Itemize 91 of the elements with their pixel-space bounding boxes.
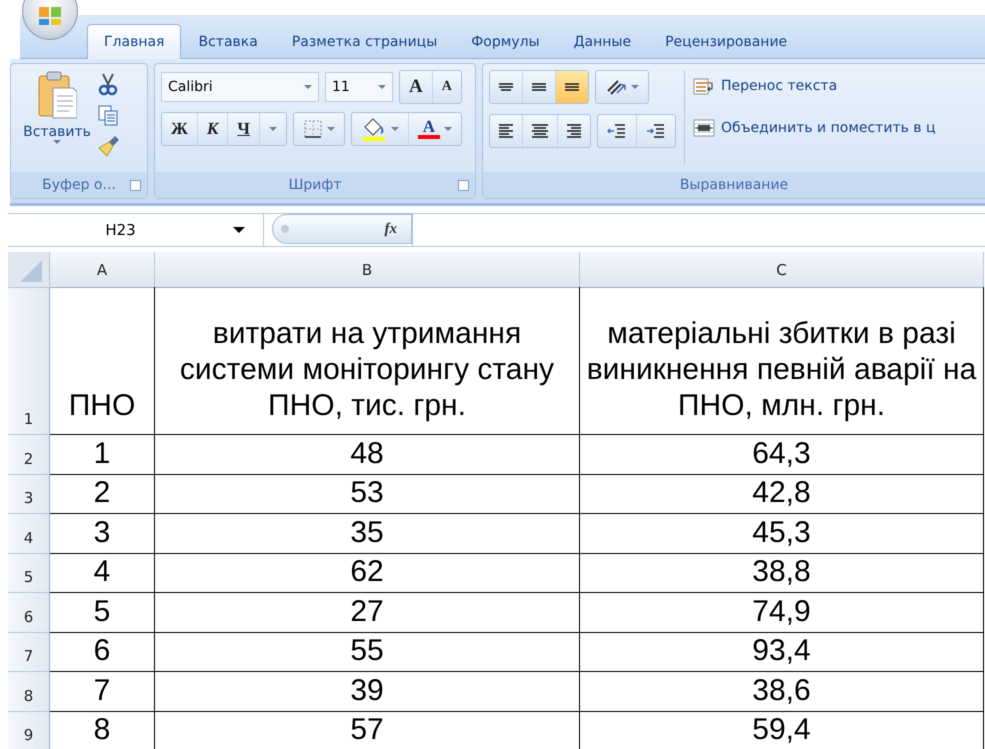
paste-button[interactable]: Вставить: [17, 70, 97, 172]
caret-icon: [378, 85, 386, 89]
ribbon-tab[interactable]: Вставка: [181, 24, 275, 58]
table-cell: 39: [155, 672, 580, 712]
table-cell: ПНО: [50, 287, 155, 435]
column-header[interactable]: A: [50, 252, 155, 288]
caret-icon: [444, 127, 452, 131]
top-align-icon: [499, 83, 513, 91]
middle-align-icon: [532, 83, 546, 91]
column-header[interactable]: C: [580, 252, 984, 288]
table-cell: 6: [50, 632, 155, 672]
borders-icon: [302, 119, 323, 139]
caret-icon: [53, 140, 61, 144]
table-cell: 42,8: [580, 474, 984, 514]
font-name-field[interactable]: Calibri: [161, 72, 319, 102]
brush-icon[interactable]: [97, 134, 121, 158]
table-cell: 8: [50, 712, 155, 749]
table-cell: 38,8: [580, 554, 984, 593]
row-header[interactable]: 8: [8, 672, 50, 712]
table-cell: 2: [50, 474, 155, 514]
row-header[interactable]: 1: [8, 287, 50, 435]
grow-font-button[interactable]: A: [400, 71, 433, 103]
row-header[interactable]: 9: [8, 712, 50, 749]
ribbon-tab[interactable]: Данные: [556, 24, 648, 58]
italic-button[interactable]: К: [198, 113, 228, 145]
vertical-align-button[interactable]: [556, 71, 588, 103]
row-header[interactable]: 4: [8, 514, 50, 554]
clipboard-icon: [37, 70, 77, 120]
table-cell: матеріальні збитки в разі виникнення певній аварії на ПНО, млн. грн.: [580, 287, 984, 435]
center-align-icon: [532, 124, 548, 138]
row-header[interactable]: 5: [8, 554, 50, 593]
font-color-button[interactable]: A: [408, 113, 461, 145]
caret-icon: [304, 85, 312, 89]
font-size-field[interactable]: 11: [325, 72, 393, 102]
column-header[interactable]: B: [155, 252, 580, 288]
dialog-launcher-icon[interactable]: [458, 180, 469, 191]
group-title: Шрифт: [288, 177, 342, 193]
table-cell: 38,6: [580, 672, 984, 712]
table-cell: 55: [155, 632, 580, 672]
underline-button[interactable]: Ч: [228, 113, 260, 145]
table-cell: 35: [155, 514, 580, 554]
font-color-letter: A: [422, 119, 435, 135]
table-cell: 57: [155, 712, 580, 749]
insert-function-button[interactable]: fx: [378, 220, 403, 238]
caret-icon: [390, 127, 399, 131]
wrap-text-button[interactable]: Перенос текста: [693, 70, 936, 102]
right-align-icon: [567, 124, 581, 138]
group-title: Выравнивание: [680, 177, 788, 193]
group-title: Буфер о...: [42, 177, 116, 193]
table-cell: 45,3: [580, 514, 984, 554]
dialog-launcher-icon[interactable]: [130, 180, 141, 191]
ribbon-tab[interactable]: Формулы: [454, 24, 557, 58]
bottom-align-icon: [565, 83, 579, 91]
scissors-icon[interactable]: [97, 72, 119, 96]
ribbon-tab[interactable]: Разметка страницы: [274, 24, 454, 58]
row-header[interactable]: 3: [8, 474, 50, 514]
left-align-icon: [499, 124, 513, 138]
table-cell: 93,4: [580, 632, 984, 672]
table-cell: 62: [155, 554, 580, 593]
table-cell: 64,3: [580, 435, 984, 474]
increase-indent-icon: [646, 121, 666, 141]
grip-icon: [281, 225, 289, 233]
row-header[interactable]: 6: [8, 593, 50, 632]
merge-cells-icon: [693, 118, 715, 138]
table-cell: витрати на утримання системи моніторингу стану ПНО, тис. грн.: [155, 287, 580, 435]
table-cell: 74,9: [580, 593, 984, 632]
table-cell: 27: [155, 593, 580, 632]
caret-icon: [631, 85, 639, 89]
row-header[interactable]: 2: [8, 435, 50, 474]
caret-icon: [268, 127, 277, 131]
merge-center-button[interactable]: Объединить и поместить в ц: [693, 112, 936, 144]
table-cell: 7: [50, 672, 155, 712]
wrap-text-icon: [693, 76, 715, 96]
table-cell: 59,4: [580, 712, 984, 749]
table-cell: 48: [155, 435, 580, 474]
color-bar: [418, 135, 440, 139]
caret-icon: [326, 127, 335, 131]
shrink-font-button[interactable]: A: [432, 71, 461, 103]
row-header[interactable]: 7: [8, 632, 50, 672]
table-cell: 1: [50, 435, 155, 474]
ribbon-tab[interactable]: Главная: [87, 24, 182, 59]
bold-button[interactable]: Ж: [162, 113, 198, 145]
table-cell: 53: [155, 474, 580, 514]
copy-icon[interactable]: [97, 104, 119, 126]
ribbon-tab[interactable]: Рецензирование: [648, 24, 804, 58]
dropdown-arrow-icon[interactable]: [233, 227, 245, 233]
table-cell: 5: [50, 593, 155, 632]
paint-bucket-icon: [360, 117, 387, 141]
decrease-indent-icon: [607, 121, 627, 141]
table-cell: 4: [50, 554, 155, 593]
table-cell: 3: [50, 514, 155, 554]
